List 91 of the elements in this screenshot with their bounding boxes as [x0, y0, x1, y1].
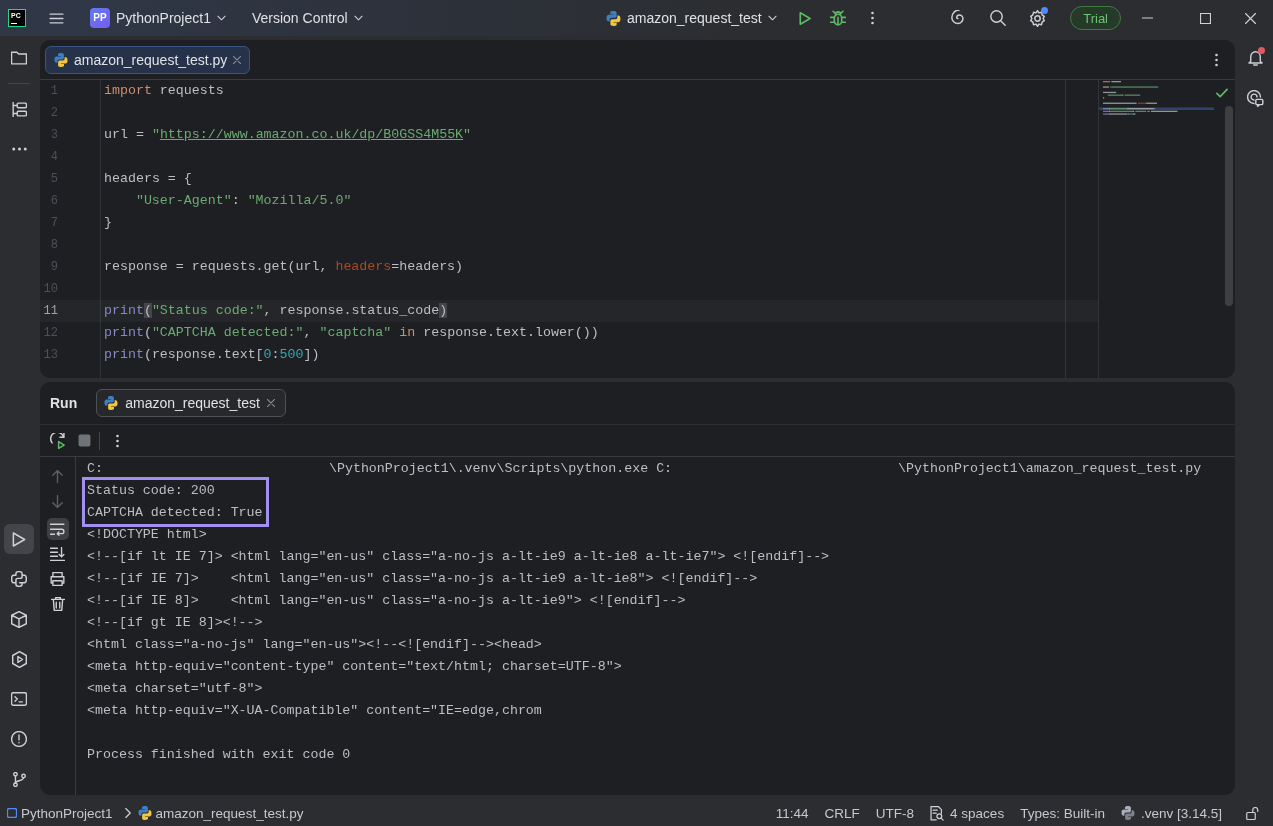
maximize-icon: [1199, 12, 1211, 24]
version-control-menu[interactable]: Version Control: [245, 4, 369, 32]
run-tab[interactable]: amazon_request_test: [96, 389, 286, 417]
minimize-icon: [1141, 17, 1153, 19]
module-icon: [7, 808, 17, 818]
type-checker-setting[interactable]: Types: Built-in: [1020, 802, 1105, 824]
code-line: print("CAPTCHA detected:", "captcha" in response.text.lower()): [104, 324, 599, 342]
console-text: \PythonProject1\amazon_request_test.py: [898, 460, 1202, 478]
python-icon: [606, 10, 621, 26]
console-line: <!--[if IE 7]> <html lang="en-us" class="a-no-js a-lt-ie9 a-lt-ie8"> <![endif]-->: [87, 570, 758, 588]
line-number: 11: [42, 303, 58, 320]
console-text: \PythonProject1\.venv\Scripts\python.exe C:: [328, 460, 673, 478]
bell-icon: [1247, 50, 1263, 66]
play-icon: [12, 531, 26, 547]
console-line: Status code: 200: [87, 482, 215, 500]
editor-tab[interactable]: amazon_request_test.py: [45, 45, 251, 74]
hexagon-play-icon: [11, 650, 27, 668]
ai-chat-icon: [1246, 89, 1264, 107]
more-vertical-icon: [1214, 52, 1218, 67]
console-line: <!--[if lt IE 7]> <html lang="en-us" class="a-no-js a-lt-ie9 a-lt-ie8 a-lt-ie7"> <![endif]-->: [87, 548, 830, 566]
code-line: import requests: [104, 82, 224, 100]
minimap[interactable]: [1099, 80, 1214, 118]
breadcrumb[interactable]: amazon_request_test.py: [137, 802, 304, 824]
console-line: <!DOCTYPE html>: [87, 526, 207, 544]
menu-icon: [48, 12, 64, 24]
caret-position[interactable]: 11:44: [775, 802, 809, 824]
console-line: <meta charset="utf-8">: [87, 680, 263, 698]
cube-icon: [11, 610, 27, 628]
close-icon[interactable]: [233, 55, 242, 64]
more-horizontal-icon: [11, 147, 27, 151]
code-line: response = requests.get(url, headers=headers): [104, 258, 464, 276]
code-line: }: [104, 214, 112, 232]
settings-icon: [1028, 9, 1046, 27]
terminal-icon: [11, 692, 27, 706]
run-tool-button[interactable]: [4, 524, 34, 554]
console-line: Process finished with exit code 0: [87, 746, 351, 764]
scrollbar[interactable]: [1225, 106, 1233, 306]
soft-wrap-icon: [50, 522, 65, 536]
caret-down-icon: [353, 15, 363, 21]
code-line: headers = {: [104, 170, 192, 188]
padlock-icon: [1246, 806, 1259, 820]
python-icon: [104, 396, 119, 410]
arrow-down-icon: [52, 494, 63, 508]
console-line: <!--[if gt IE 8]><!-->: [87, 614, 263, 632]
project-selector[interactable]: PP PythonProject1: [88, 4, 232, 32]
bug-icon: [829, 10, 846, 26]
branch-icon: [12, 771, 26, 787]
more-vertical-icon: [871, 11, 875, 25]
breadcrumb[interactable]: PythonProject1: [7, 802, 113, 824]
python-icon: [137, 806, 152, 820]
project-avatar: PP: [90, 8, 110, 28]
chevron-right-icon: [124, 808, 131, 818]
console-line: CAPTCHA detected: True: [87, 504, 263, 522]
console-line: <html class="a-no-js" lang="en-us"><!--<![endif]--><head>: [87, 636, 542, 654]
caret-down-icon: [216, 15, 226, 21]
code-line: print(response.text[0:500]): [104, 346, 320, 364]
file-encoding[interactable]: UTF-8: [875, 802, 915, 824]
code-line: "User-Agent": "Mozilla/5.0": [135, 192, 352, 210]
play-icon: [798, 11, 811, 25]
caret-down-icon: [767, 15, 777, 21]
spiral-icon: [950, 10, 967, 26]
indent-setting[interactable]: 4 spaces: [930, 802, 1005, 824]
scroll-to-end-icon: [50, 547, 65, 561]
panel-title: Run: [50, 395, 78, 411]
more-vertical-icon: [115, 433, 119, 448]
document-search-icon: [930, 805, 945, 821]
close-icon: [1245, 12, 1256, 24]
line-separator[interactable]: CRLF: [824, 802, 860, 824]
console-line: <!--[if IE 8]> <html lang="en-us" class="a-no-js a-lt-ie9"> <![endif]-->: [87, 592, 686, 610]
console-text: C:: [87, 460, 103, 478]
arrow-up-icon: [52, 469, 63, 483]
url-link[interactable]: https://www.amazon.co.uk/dp/B0GSS4M55K: [159, 127, 464, 142]
console-line: <meta http-equiv="content-type" content="text/html; charset=UTF-8">: [87, 658, 622, 676]
close-icon[interactable]: [266, 399, 275, 407]
python-outline-icon: [11, 571, 27, 587]
python-icon: [54, 52, 68, 67]
search-icon: [990, 10, 1007, 26]
trash-icon: [50, 597, 65, 611]
structure-icon: [11, 101, 27, 117]
printer-icon: [50, 572, 65, 586]
folder-icon: [11, 51, 27, 65]
trial-button[interactable]: Trial: [1070, 6, 1121, 30]
code-line: print("Status code:", response.status_code): [104, 302, 448, 320]
rerun-icon: [50, 432, 66, 449]
code-line: url = "https://www.amazon.co.uk/dp/B0GSS4M55K": [104, 126, 472, 144]
stop-icon: [77, 434, 91, 447]
run-configuration-selector[interactable]: amazon_request_test: [600, 4, 783, 32]
interpreter-selector[interactable]: .venv [3.14.5]: [1120, 802, 1222, 824]
console-line: <meta http-equiv="X-UA-Compatible" content="IE=edge,chrom: [87, 702, 542, 720]
soft-wrap-button[interactable]: [46, 518, 69, 540]
python-icon: [1120, 806, 1135, 820]
